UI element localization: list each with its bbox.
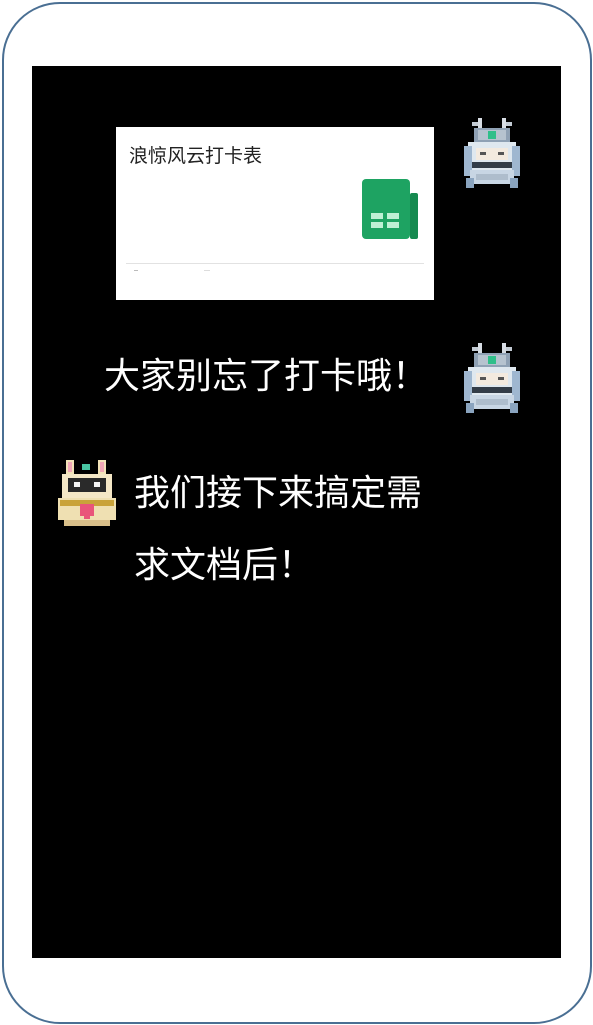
card-divider: [126, 263, 424, 264]
card-footer-marks: [134, 270, 210, 271]
chat-screen: 浪惊风云打卡表 大家别忘了打卡哦！ 我们接下来搞定需 求文档后！: [32, 66, 561, 958]
google-sheets-icon: [362, 179, 418, 239]
armored-knight-avatar[interactable]: [460, 118, 524, 190]
shared-sheet-card[interactable]: 浪惊风云打卡表: [116, 127, 434, 300]
card-title: 浪惊风云打卡表: [129, 145, 263, 167]
bunny-helmet-avatar[interactable]: [52, 458, 122, 528]
armored-knight-avatar[interactable]: [460, 343, 524, 415]
chat-message-left-line-2: 求文档后！: [134, 545, 315, 586]
chat-message-right: 大家别忘了打卡哦！: [104, 356, 429, 397]
chat-message-left: 我们接下来搞定需 求文档后！: [134, 458, 454, 602]
chat-message-left-line-1: 我们接下来搞定需: [134, 473, 423, 514]
